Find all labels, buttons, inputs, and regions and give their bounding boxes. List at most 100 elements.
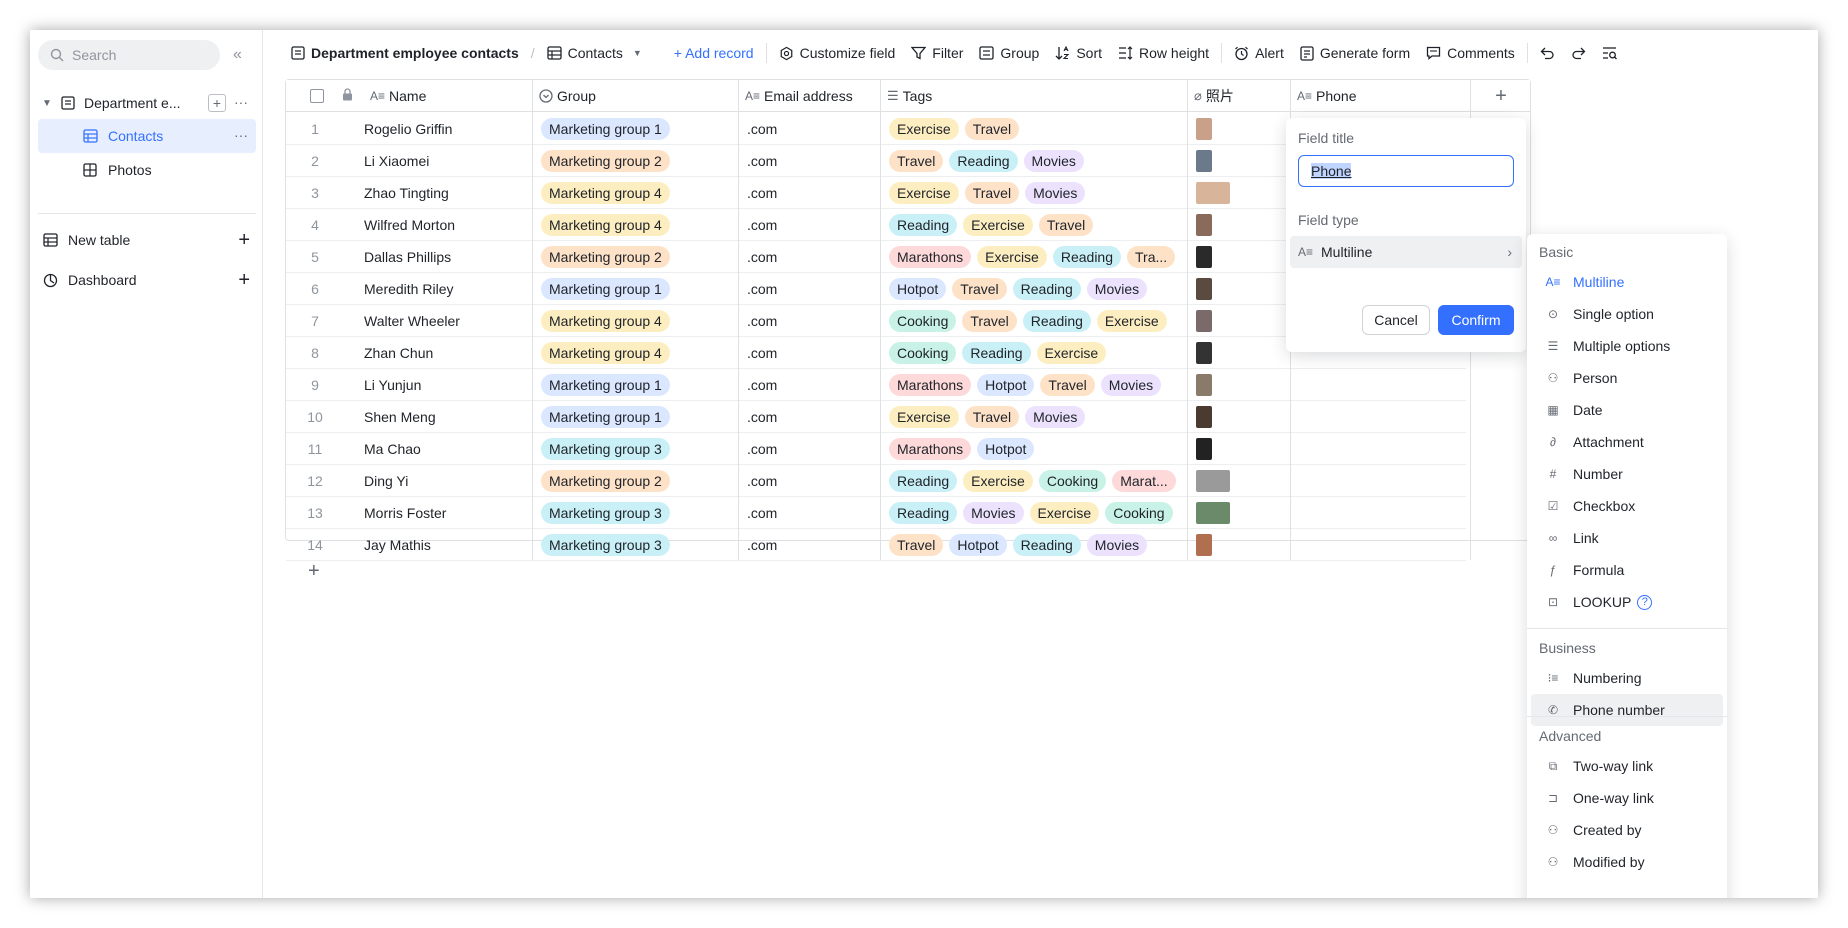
email-cell[interactable]: .com xyxy=(739,433,880,465)
phone-cell[interactable] xyxy=(1291,497,1470,529)
name-cell[interactable]: Morris Foster xyxy=(356,497,532,529)
photo-thumbnail[interactable] xyxy=(1196,342,1212,364)
photo-cell[interactable] xyxy=(1188,305,1290,337)
caret-down-icon[interactable]: ▼ xyxy=(42,98,54,109)
email-cell[interactable]: .com xyxy=(739,241,880,273)
name-cell[interactable]: Shen Meng xyxy=(356,401,532,433)
group-cell[interactable]: Marketing group 1 xyxy=(533,273,738,305)
sidebar-item-photos[interactable]: Photos xyxy=(38,153,256,187)
name-cell[interactable]: Dallas Phillips xyxy=(356,241,532,273)
cancel-button[interactable]: Cancel xyxy=(1362,305,1430,335)
sidebar-item-dashboard[interactable]: Dashboard + xyxy=(38,263,256,297)
photo-thumbnail[interactable] xyxy=(1196,438,1212,460)
email-cell[interactable]: .com xyxy=(739,305,880,337)
tags-cell[interactable]: Exercise Travel Movies xyxy=(881,401,1187,433)
field-type-option-lookup[interactable]: ⊡ LOOKUP? xyxy=(1531,586,1723,618)
field-type-option-numbering[interactable]: ⁝≡ Numbering xyxy=(1531,662,1723,694)
field-type-option-single-option[interactable]: ⊙ Single option xyxy=(1531,298,1723,330)
email-cell[interactable]: .com xyxy=(739,209,880,241)
tags-cell[interactable]: Marathons Hotpot xyxy=(881,433,1187,465)
collapse-sidebar-icon[interactable]: « xyxy=(233,46,242,64)
alert-button[interactable]: Alert xyxy=(1226,38,1292,68)
phone-cell[interactable] xyxy=(1291,369,1470,401)
sidebar-item-contacts[interactable]: Contacts ··· xyxy=(38,119,256,153)
add-column-button[interactable]: + xyxy=(1471,80,1531,112)
column-header-name[interactable]: A≡ Name xyxy=(364,80,533,112)
tags-cell[interactable]: Reading Movies Exercise Cooking xyxy=(881,497,1187,529)
email-cell[interactable]: .com xyxy=(739,465,880,497)
plus-icon[interactable]: + xyxy=(238,229,250,252)
customize-field-button[interactable]: Customize field xyxy=(771,38,904,68)
photo-thumbnail[interactable] xyxy=(1196,374,1212,396)
comments-button[interactable]: Comments xyxy=(1418,38,1523,68)
field-type-option-date[interactable]: ▦ Date xyxy=(1531,394,1723,426)
group-cell[interactable]: Marketing group 3 xyxy=(533,433,738,465)
photo-cell[interactable] xyxy=(1188,529,1290,561)
column-header-tags[interactable]: ☰ Tags xyxy=(881,80,1188,112)
field-type-option-two-way-link[interactable]: ⧉ Two-way link xyxy=(1531,750,1723,782)
name-cell[interactable]: Li Yunjun xyxy=(356,369,532,401)
tags-cell[interactable]: Hotpot Travel Reading Movies xyxy=(881,273,1187,305)
tags-cell[interactable]: Reading Exercise Cooking Marat... xyxy=(881,465,1187,497)
name-cell[interactable]: Zhan Chun xyxy=(356,337,532,369)
undo-button[interactable] xyxy=(1532,38,1563,68)
tags-cell[interactable]: Cooking Reading Exercise xyxy=(881,337,1187,369)
plus-icon[interactable]: + xyxy=(238,269,250,292)
field-type-option-phone-number[interactable]: ✆ Phone number xyxy=(1531,694,1723,726)
tags-cell[interactable]: Exercise Travel Movies xyxy=(881,177,1187,209)
field-type-option-one-way-link[interactable]: ⊐ One-way link xyxy=(1531,782,1723,814)
photo-thumbnail[interactable] xyxy=(1196,182,1230,204)
email-cell[interactable]: .com xyxy=(739,401,880,433)
table-row[interactable]: 13 Morris Foster Marketing group 3 .com Read… xyxy=(286,497,1466,529)
group-cell[interactable]: Marketing group 4 xyxy=(533,305,738,337)
base-tree-item[interactable]: ▼ Department e... + ··· xyxy=(38,86,256,120)
name-cell[interactable]: Wilfred Morton xyxy=(356,209,532,241)
photo-thumbnail[interactable] xyxy=(1196,214,1212,236)
name-cell[interactable]: Ma Chao xyxy=(356,433,532,465)
add-table-button[interactable]: + xyxy=(208,94,226,112)
email-cell[interactable]: .com xyxy=(739,369,880,401)
table-row[interactable]: 9 Li Yunjun Marketing group 1 .com Marathons… xyxy=(286,369,1466,401)
photo-cell[interactable] xyxy=(1188,401,1290,433)
filter-button[interactable]: Filter xyxy=(903,38,971,68)
photo-thumbnail[interactable] xyxy=(1196,534,1212,556)
column-header-email[interactable]: A≡ Email address xyxy=(739,80,881,112)
photo-thumbnail[interactable] xyxy=(1196,278,1212,300)
table-row[interactable]: 11 Ma Chao Marketing group 3 .com Marathons H… xyxy=(286,433,1466,465)
group-cell[interactable]: Marketing group 1 xyxy=(533,401,738,433)
more-icon[interactable]: ··· xyxy=(234,94,248,112)
column-header-group[interactable]: Group xyxy=(533,80,739,112)
email-cell[interactable]: .com xyxy=(739,337,880,369)
photo-cell[interactable] xyxy=(1188,209,1290,241)
group-cell[interactable]: Marketing group 1 xyxy=(533,369,738,401)
photo-cell[interactable] xyxy=(1188,177,1290,209)
field-type-option-formula[interactable]: ƒ Formula xyxy=(1531,554,1723,586)
name-cell[interactable]: Ding Yi xyxy=(356,465,532,497)
more-icon[interactable]: ··· xyxy=(234,127,248,143)
tags-cell[interactable]: Exercise Travel xyxy=(881,113,1187,145)
photo-cell[interactable] xyxy=(1188,497,1290,529)
field-type-option-created-by[interactable]: ⚇ Created by xyxy=(1531,814,1723,846)
group-cell[interactable]: Marketing group 4 xyxy=(533,209,738,241)
photo-thumbnail[interactable] xyxy=(1196,502,1230,524)
group-cell[interactable]: Marketing group 2 xyxy=(533,145,738,177)
field-type-option-multiple-options[interactable]: ☰ Multiple options xyxy=(1531,330,1723,362)
group-cell[interactable]: Marketing group 3 xyxy=(533,497,738,529)
name-cell[interactable]: Zhao Tingting xyxy=(356,177,532,209)
phone-cell[interactable] xyxy=(1291,529,1470,561)
photo-thumbnail[interactable] xyxy=(1196,150,1212,172)
tags-cell[interactable]: Marathons Hotpot Travel Movies xyxy=(881,369,1187,401)
help-icon[interactable]: ? xyxy=(1637,594,1653,610)
tags-cell[interactable]: Travel Reading Movies xyxy=(881,145,1187,177)
tags-cell[interactable]: Marathons Exercise Reading Tra... xyxy=(881,241,1187,273)
sidebar-item-new-table[interactable]: New table + xyxy=(38,223,256,257)
photo-cell[interactable] xyxy=(1188,273,1290,305)
add-row-button[interactable]: + xyxy=(308,560,320,583)
table-row[interactable]: 10 Shen Meng Marketing group 1 .com Exercise… xyxy=(286,401,1466,433)
photo-thumbnail[interactable] xyxy=(1196,246,1212,268)
phone-cell[interactable] xyxy=(1291,465,1470,497)
email-cell[interactable]: .com xyxy=(739,529,880,561)
email-cell[interactable]: .com xyxy=(739,273,880,305)
tags-cell[interactable]: Travel Hotpot Reading Movies xyxy=(881,529,1187,561)
name-cell[interactable]: Li Xiaomei xyxy=(356,145,532,177)
